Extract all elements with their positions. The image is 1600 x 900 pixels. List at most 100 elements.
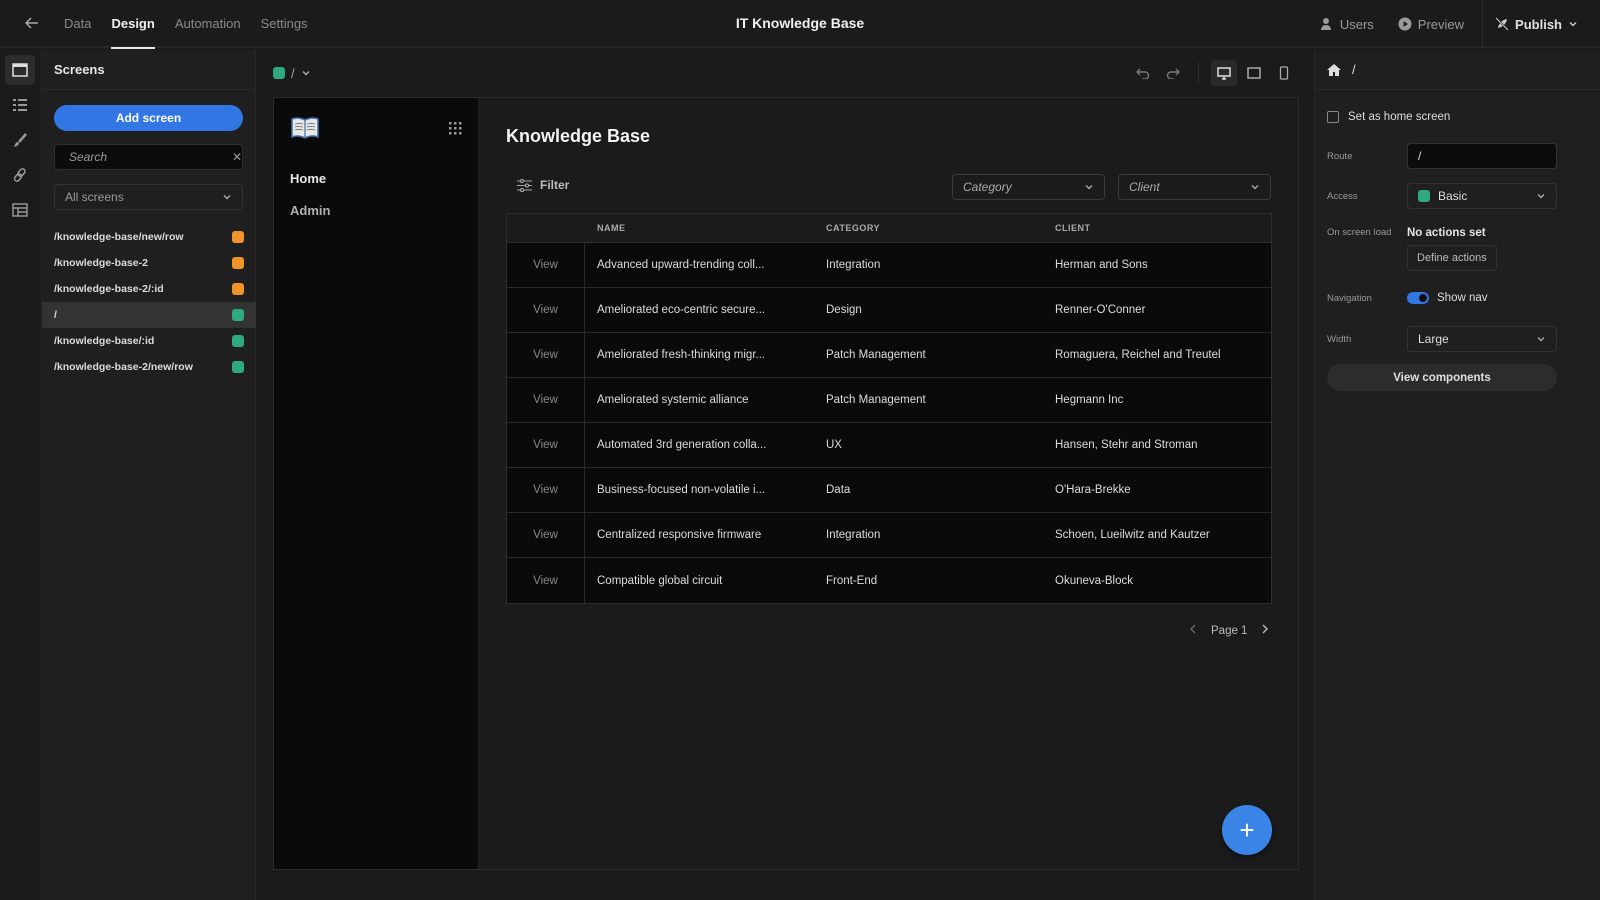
- screen-route: /knowledge-base/new/row: [54, 231, 184, 243]
- preview-label: Preview: [1417, 16, 1465, 32]
- tablet-view-button[interactable]: [1241, 60, 1267, 86]
- screen-search-input[interactable]: [69, 150, 226, 164]
- home-screen-label: Set as home screen: [1348, 111, 1451, 123]
- nav-link-admin[interactable]: Admin: [290, 203, 330, 218]
- route-input[interactable]: /: [1407, 143, 1557, 169]
- cell-category: Data: [826, 484, 851, 496]
- define-actions-button[interactable]: Define actions: [1407, 245, 1497, 271]
- desktop-icon: [1217, 66, 1231, 80]
- components-nav-button[interactable]: [5, 90, 35, 120]
- table-row[interactable]: View Ameliorated systemic alliance Patch M…: [507, 378, 1271, 423]
- column-header-client[interactable]: CLIENT: [1043, 223, 1271, 233]
- table-row[interactable]: View Business-focused non-volatile i... Da…: [507, 468, 1271, 513]
- properties-route: /: [1352, 62, 1356, 77]
- links-nav-button[interactable]: [5, 160, 35, 190]
- access-select[interactable]: Basic: [1407, 183, 1557, 209]
- filter-button[interactable]: Filter: [517, 178, 569, 192]
- view-row-link[interactable]: View: [507, 288, 585, 332]
- chevron-down-icon: [1537, 337, 1545, 342]
- table-row[interactable]: View Centralized responsive firmware Integ…: [507, 513, 1271, 558]
- nav-link-home[interactable]: Home: [290, 171, 326, 186]
- table-row[interactable]: View Compatible global circuit Front-End Ok…: [507, 558, 1271, 603]
- screen-route: /knowledge-base-2/new/row: [54, 361, 193, 373]
- view-row-link[interactable]: View: [507, 378, 585, 422]
- access-label: Access: [1327, 190, 1358, 202]
- screen-item[interactable]: /knowledge-base-2/:id: [42, 276, 256, 302]
- screen-item[interactable]: /knowledge-base-2/new/row: [42, 354, 256, 380]
- table-row[interactable]: View Ameliorated eco-centric secure... Des…: [507, 288, 1271, 333]
- mobile-view-button[interactable]: [1271, 60, 1297, 86]
- clear-search-icon[interactable]: ✕: [232, 150, 242, 164]
- width-select[interactable]: Large: [1407, 326, 1557, 352]
- cell-name: Ameliorated fresh-thinking migr...: [597, 349, 766, 361]
- column-header-category[interactable]: CATEGORY: [814, 223, 1043, 233]
- table-row[interactable]: View Advanced upward-trending coll... Inte…: [507, 243, 1271, 288]
- home-screen-checkbox[interactable]: [1327, 111, 1339, 123]
- cell-client: Hegmann Inc: [1055, 394, 1124, 406]
- on-load-content: No actions set Define actions: [1407, 227, 1497, 271]
- view-row-link[interactable]: View: [507, 558, 585, 603]
- screen-breadcrumb[interactable]: /: [273, 66, 311, 81]
- cell-client: Herman and Sons: [1055, 259, 1148, 271]
- table-row[interactable]: View Ameliorated fresh-thinking migr... Pa…: [507, 333, 1271, 378]
- tab-design[interactable]: Design: [101, 0, 164, 49]
- users-button[interactable]: Users: [1308, 17, 1386, 32]
- view-row-link[interactable]: View: [507, 423, 585, 467]
- category-filter-select[interactable]: Category: [952, 174, 1105, 200]
- back-button[interactable]: [16, 7, 48, 39]
- tab-settings[interactable]: Settings: [251, 0, 318, 47]
- column-header-name[interactable]: NAME: [585, 223, 814, 233]
- next-page-button[interactable]: [1261, 624, 1269, 637]
- tab-data[interactable]: Data: [54, 0, 101, 47]
- route-row: Route /: [1327, 143, 1557, 169]
- prev-page-button[interactable]: [1189, 624, 1197, 637]
- screen-properties-panel: / Set as home screen Route / Access Basi…: [1314, 50, 1600, 900]
- theme-nav-button[interactable]: [5, 125, 35, 155]
- properties-header: /: [1315, 50, 1600, 90]
- screen-item[interactable]: /knowledge-base/:id: [42, 328, 256, 354]
- screen-item[interactable]: /knowledge-base-2: [42, 250, 256, 276]
- tab-automation[interactable]: Automation: [165, 0, 251, 47]
- cell-category: Patch Management: [826, 394, 926, 406]
- on-load-label: On screen load: [1327, 227, 1392, 238]
- cell-name: Advanced upward-trending coll...: [597, 259, 765, 271]
- undo-icon: [1136, 68, 1150, 79]
- window-icon: [12, 63, 28, 77]
- table-row[interactable]: View Automated 3rd generation colla... UX H…: [507, 423, 1271, 468]
- add-screen-button[interactable]: Add screen: [54, 105, 243, 131]
- add-row-fab[interactable]: +: [1222, 805, 1272, 855]
- screens-panel-title: Screens: [42, 50, 255, 90]
- screens-filter-select[interactable]: All screens: [54, 184, 243, 210]
- cell-category: Front-End: [826, 574, 878, 587]
- tablet-icon: [1247, 67, 1261, 79]
- layout-nav-button[interactable]: [5, 195, 35, 225]
- view-row-link[interactable]: View: [507, 243, 585, 287]
- preview-button[interactable]: Preview: [1386, 17, 1476, 32]
- cell-category: Integration: [826, 259, 881, 271]
- breadcrumb-route: /: [291, 65, 295, 81]
- screens-filter-value: All screens: [65, 190, 124, 204]
- screen-item-selected[interactable]: /: [42, 302, 256, 328]
- undo-button[interactable]: [1130, 60, 1156, 86]
- sliders-icon: [517, 178, 532, 192]
- knowledge-base-table: NAME CATEGORY CLIENT View Advanced upward…: [506, 213, 1272, 604]
- view-row-link[interactable]: View: [507, 468, 585, 512]
- desktop-view-button[interactable]: [1211, 60, 1237, 86]
- view-row-link[interactable]: View: [507, 513, 585, 557]
- view-components-button[interactable]: View components: [1327, 364, 1557, 391]
- screen-item[interactable]: /knowledge-base/new/row: [42, 224, 256, 250]
- app-grid-icon[interactable]: [449, 122, 462, 138]
- client-filter-select[interactable]: Client: [1118, 174, 1271, 200]
- publish-button[interactable]: Publish: [1482, 0, 1600, 48]
- cell-client: Hansen, Stehr and Stroman: [1055, 439, 1198, 451]
- show-nav-toggle[interactable]: [1407, 292, 1429, 304]
- table-header: NAME CATEGORY CLIENT: [507, 214, 1271, 243]
- redo-button[interactable]: [1160, 60, 1186, 86]
- screens-nav-button[interactable]: [5, 55, 35, 85]
- view-row-link[interactable]: View: [507, 333, 585, 377]
- filter-label: Filter: [540, 178, 570, 192]
- navigation-label: Navigation: [1327, 292, 1372, 304]
- publish-label: Publish: [1515, 16, 1562, 32]
- access-level-indicator: [232, 335, 244, 347]
- rocket-off-icon: [1495, 17, 1509, 31]
